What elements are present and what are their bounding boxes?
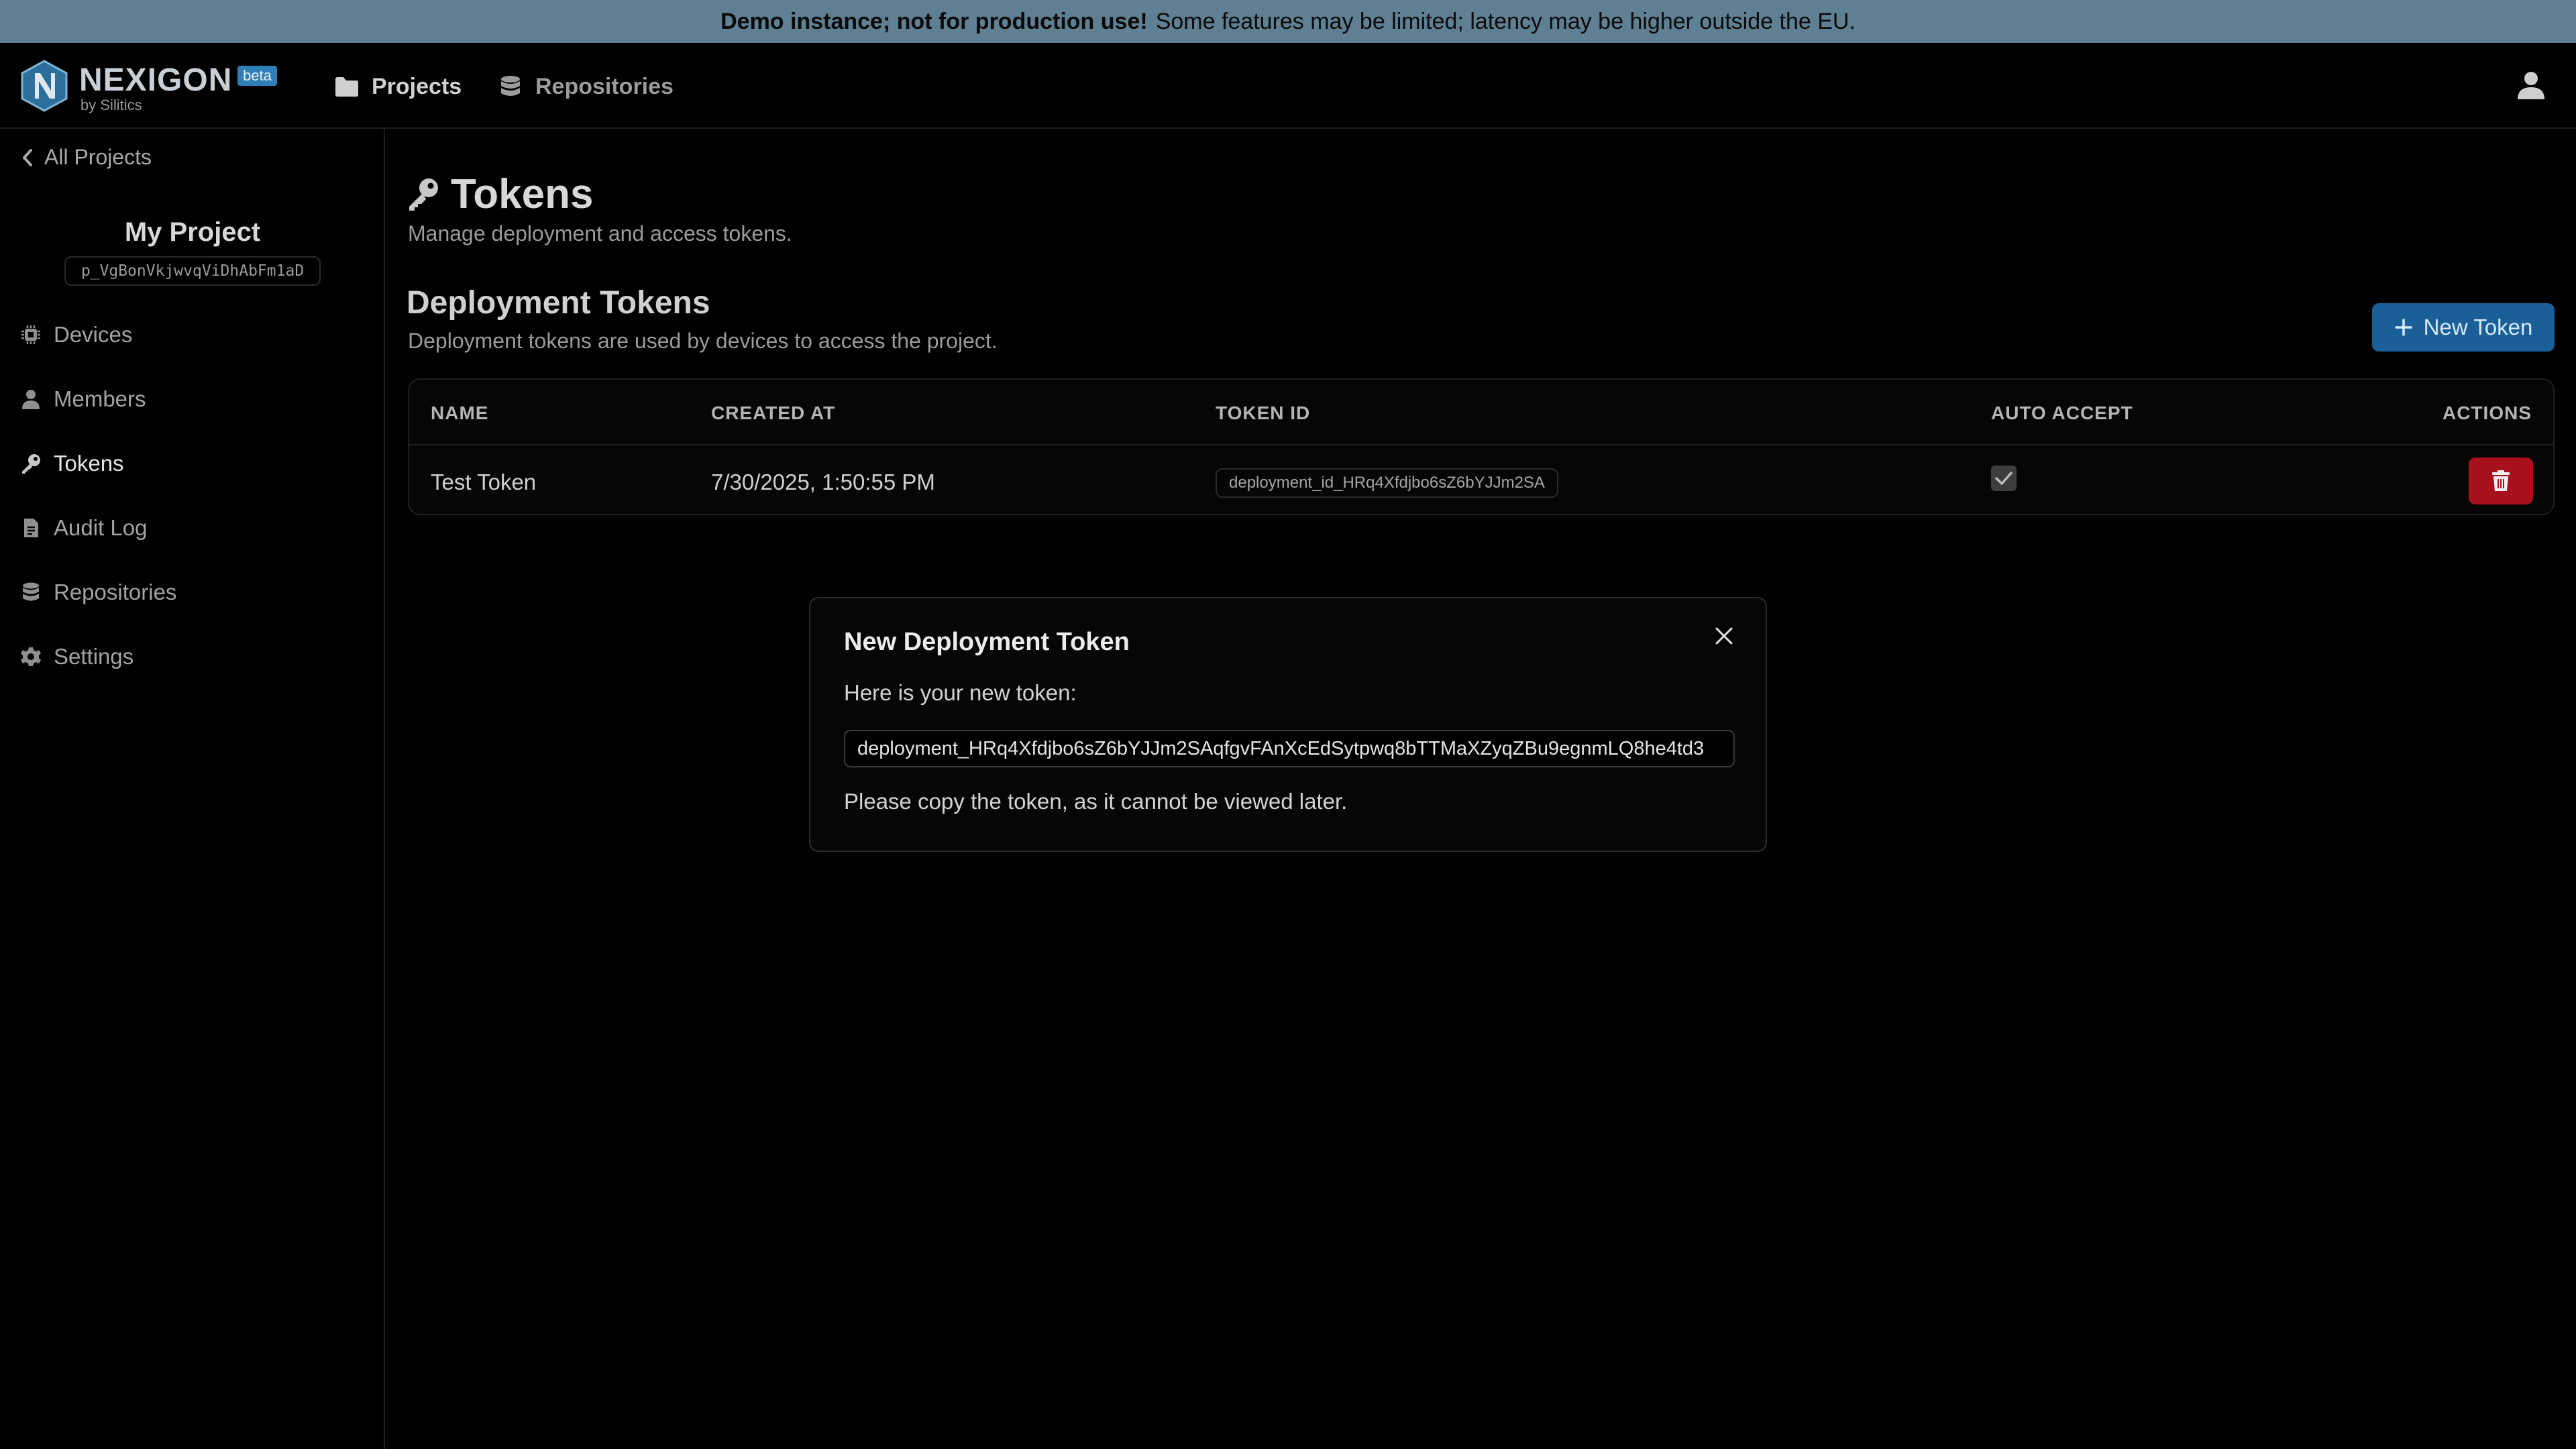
page-title: Tokens [407,170,593,218]
dialog-title: New Deployment Token [844,628,1130,656]
sidebar-item-label: Settings [54,644,134,669]
page-title-text: Tokens [451,171,594,217]
folder-icon [335,77,358,97]
column-header-name[interactable]: NAME [431,402,488,424]
checkmark-icon [1995,472,2012,485]
sidebar-item-tokens[interactable]: Tokens [20,447,124,480]
auto-accept-checkbox[interactable] [1991,466,2017,491]
nexigon-logo-icon [21,60,68,112]
all-projects-label: All Projects [44,145,152,169]
trash-icon [2492,470,2510,491]
banner-warning: Demo instance; not for production use! [720,8,1148,34]
sidebar: All Projects My Project p_VgBonVkjwvqViD… [0,129,385,1449]
sidebar-item-label: Repositories [54,580,177,604]
beta-badge: beta [237,66,277,86]
sidebar-item-label: Tokens [54,451,124,476]
chevron-left-icon [23,148,32,166]
section-title: Deployment Tokens [407,285,710,321]
database-icon [23,582,39,601]
dialog-close-button[interactable] [1711,623,1737,649]
sidebar-item-devices[interactable]: Devices [20,318,132,352]
demo-banner: Demo instance; not for production use! S… [0,0,2576,43]
close-icon [1715,627,1733,645]
project-id: p_VgBonVkjwvqViDhAbFm1aD [64,256,321,286]
sidebar-item-label: Members [54,386,146,411]
gear-icon [21,647,41,666]
logo[interactable]: NEXIGON by Silitics beta [20,58,277,114]
sidebar-item-label: Audit Log [54,515,148,540]
sidebar-item-audit-log[interactable]: Audit Log [20,511,147,545]
sidebar-item-label: Devices [54,322,133,347]
user-menu-icon[interactable] [2516,70,2546,101]
token-id-chip: deployment_id_HRq4Xfdjbo6sZ6bYJJm2SA [1216,468,1558,498]
column-header-created-at[interactable]: CREATED AT [711,402,835,424]
banner-message: Some features may be limited; latency ma… [1155,8,1856,34]
logo-subtitle: by Silitics [80,97,142,113]
nav-repositories-label: Repositories [535,73,674,99]
page-subtitle: Manage deployment and access tokens. [408,221,792,246]
project-name: My Project [124,217,261,247]
column-header-auto-accept[interactable]: AUTO ACCEPT [1991,402,2133,424]
document-icon [24,519,38,537]
sidebar-item-settings[interactable]: Settings [20,640,133,674]
top-header: NEXIGON by Silitics beta Projects Reposi… [0,43,2576,129]
key-icon [22,454,40,474]
tokens-table: NAME CREATED AT TOKEN ID AUTO ACCEPT ACT… [408,378,2555,515]
nav-projects-label: Projects [372,73,462,99]
column-header-token-id[interactable]: TOKEN ID [1216,402,1310,424]
delete-token-button[interactable] [2469,458,2533,504]
new-token-button[interactable]: New Token [2372,303,2555,352]
dialog-note: Please copy the token, as it cannot be v… [844,789,1348,814]
token-value-field[interactable] [844,730,1735,767]
user-icon [22,390,40,409]
new-token-label: New Token [2423,315,2533,339]
chip-icon [21,325,40,344]
token-name: Test Token [431,470,537,494]
key-icon [409,178,438,211]
logo-text: NEXIGON [79,62,233,98]
plus-icon [2394,319,2412,336]
sidebar-item-repositories[interactable]: Repositories [20,576,176,609]
dialog-text: Here is your new token: [844,680,1077,705]
sidebar-item-members[interactable]: Members [20,382,146,416]
table-row: Test Token 7/30/2025, 1:50:55 PM deploym… [409,447,2553,514]
section-subtitle: Deployment tokens are used by devices to… [408,329,998,353]
table-header: NAME CREATED AT TOKEN ID AUTO ACCEPT ACT… [409,380,2553,445]
new-token-dialog: New Deployment Token Here is your new to… [809,597,1767,852]
nav-repositories[interactable]: Repositories [498,70,674,103]
all-projects-link[interactable]: All Projects [20,145,152,170]
token-created-at: 7/30/2025, 1:50:55 PM [711,470,935,494]
column-header-actions: ACTIONS [2443,402,2532,423]
database-icon [501,76,520,96]
nav-projects[interactable]: Projects [334,70,462,103]
